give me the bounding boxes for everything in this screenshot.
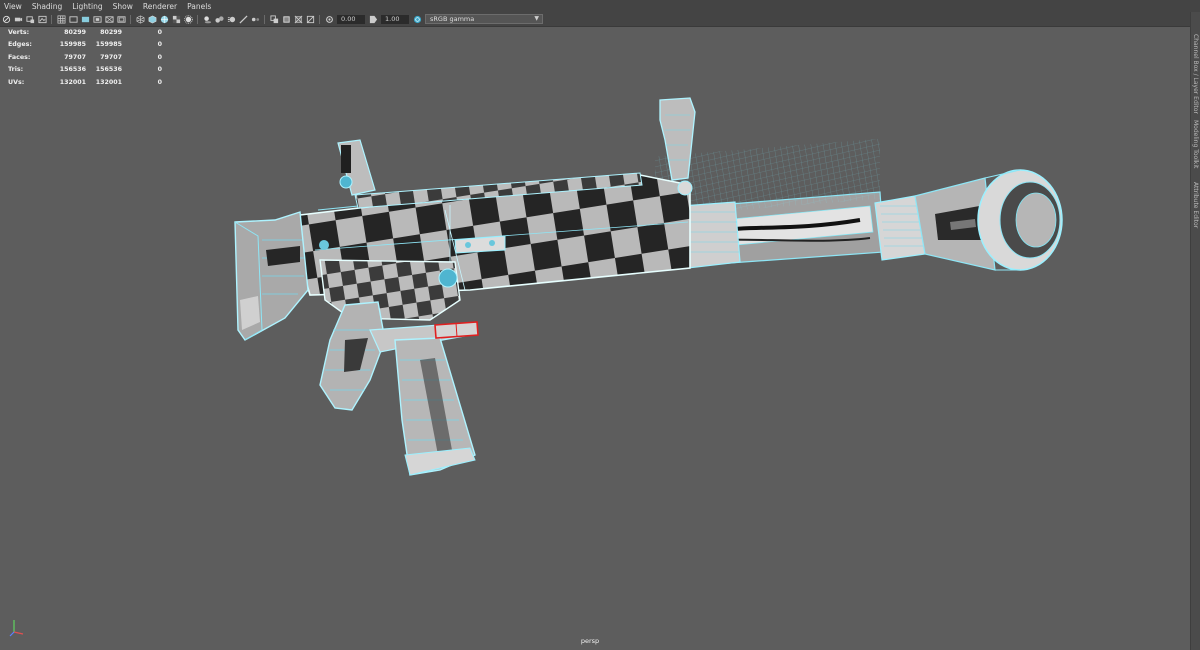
- toolbar-divider: [319, 14, 320, 24]
- toolbar-divider: [197, 14, 198, 24]
- ambient-occlusion-icon[interactable]: [214, 15, 224, 24]
- menu-show[interactable]: Show: [108, 2, 138, 11]
- gate-mask-icon[interactable]: [92, 15, 102, 24]
- hud-row-edges: Edges: 159985 159985 0: [8, 39, 162, 51]
- rifle-model[interactable]: [234, 97, 1063, 476]
- xray-joints-icon[interactable]: [294, 15, 303, 24]
- hud-value: 159985: [95, 41, 122, 49]
- exposure-field[interactable]: 0.00: [337, 14, 365, 24]
- hud-value: 0: [157, 78, 162, 86]
- view-transform-value: sRGB gamma: [430, 15, 475, 23]
- selected-component[interactable]: [434, 321, 479, 339]
- hud-value: 0: [157, 66, 162, 74]
- panel-menubar: View Shading Lighting Show Renderer Pane…: [0, 0, 1200, 12]
- wireframe-on-shaded-icon[interactable]: [160, 15, 169, 24]
- hud-row-verts: Verts: 80299 80299 0: [8, 27, 162, 39]
- tab-modeling-toolkit[interactable]: Modeling Toolkit: [1192, 120, 1199, 168]
- menu-panels[interactable]: Panels: [182, 2, 216, 11]
- viewport-canvas[interactable]: [0, 27, 1190, 650]
- resolution-gate-icon[interactable]: [81, 15, 90, 24]
- hud-row-faces: Faces: 79707 79707 0: [8, 52, 162, 64]
- panel-toolbar: 0.00 1.00 sRGB gamma ▼: [0, 12, 1200, 27]
- shadows-icon[interactable]: [203, 15, 212, 24]
- side-panel-tabs: Channel Box / Layer Editor Modeling Tool…: [1190, 12, 1200, 650]
- hud-value: 80299: [64, 29, 86, 36]
- toolbar-divider: [264, 14, 265, 24]
- poly-count-hud: Verts: 80299 80299 0 Edges: 159985 15998…: [8, 27, 162, 89]
- hud-value: 132001: [95, 78, 122, 86]
- grid-icon[interactable]: [57, 15, 66, 24]
- film-gate-icon[interactable]: [68, 15, 78, 24]
- gamma-icon[interactable]: [369, 15, 378, 24]
- textured-icon[interactable]: [172, 15, 181, 24]
- bookmark-icon[interactable]: [25, 15, 35, 24]
- backface-culling-icon[interactable]: [306, 15, 315, 24]
- field-chart-icon[interactable]: [104, 15, 114, 24]
- color-management-icon[interactable]: [413, 15, 422, 24]
- hud-value: 132001: [59, 78, 86, 86]
- xray-icon[interactable]: [282, 15, 291, 24]
- menu-renderer[interactable]: Renderer: [138, 2, 182, 11]
- view-transform-select[interactable]: sRGB gamma ▼: [425, 14, 543, 24]
- toolbar-divider: [130, 14, 131, 24]
- use-lights-icon[interactable]: [183, 14, 193, 24]
- hud-value: 0: [157, 29, 162, 36]
- select-camera-icon[interactable]: [2, 15, 11, 24]
- hud-value: 80299: [100, 29, 122, 36]
- exposure-icon[interactable]: [325, 15, 334, 24]
- axis-gizmo-icon: [9, 620, 24, 637]
- hud-label: Edges:: [8, 41, 32, 49]
- isolate-select-icon[interactable]: [269, 14, 279, 24]
- wireframe-icon[interactable]: [136, 15, 145, 24]
- rifle-muzzle[interactable]: [874, 169, 1063, 271]
- camera-attributes-icon[interactable]: [14, 15, 23, 24]
- hud-row-uvs: UVs: 132001 132001 0: [8, 77, 162, 89]
- hud-row-tris: Tris: 156536 156536 0: [8, 64, 162, 76]
- menu-view[interactable]: View: [0, 2, 27, 11]
- rifle-pistol-grip[interactable]: [319, 301, 386, 411]
- hud-value: 0: [157, 53, 162, 61]
- hud-label: Faces:: [8, 53, 31, 61]
- toolbar-divider: [51, 14, 52, 24]
- smooth-shade-icon[interactable]: [148, 15, 157, 24]
- hud-label: Verts:: [8, 29, 30, 36]
- hud-label: Tris:: [8, 66, 24, 74]
- gamma-field[interactable]: 1.00: [381, 14, 409, 24]
- rifle-stock[interactable]: [234, 211, 309, 341]
- hud-value: 79707: [64, 53, 86, 61]
- menu-lighting[interactable]: Lighting: [67, 2, 107, 11]
- motion-blur-icon[interactable]: [227, 15, 236, 24]
- tab-attribute-editor[interactable]: Attribute Editor: [1192, 182, 1199, 228]
- camera-name-label: persp: [580, 637, 600, 645]
- image-plane-icon[interactable]: [37, 15, 47, 24]
- hud-value: 156536: [95, 66, 122, 74]
- chevron-down-icon: ▼: [534, 15, 539, 22]
- safe-action-icon[interactable]: [116, 15, 126, 24]
- hud-value: 159985: [59, 41, 86, 49]
- tab-channel-box[interactable]: Channel Box / Layer Editor: [1192, 34, 1199, 114]
- hud-value: 79707: [100, 53, 122, 61]
- depth-of-field-icon[interactable]: [251, 15, 260, 24]
- hud-value: 156536: [59, 66, 86, 74]
- rifle-magazine[interactable]: [394, 337, 476, 476]
- hud-value: 0: [157, 41, 162, 49]
- hud-label: UVs:: [8, 78, 25, 86]
- menu-shading[interactable]: Shading: [27, 2, 67, 11]
- anti-aliasing-icon[interactable]: [238, 14, 248, 24]
